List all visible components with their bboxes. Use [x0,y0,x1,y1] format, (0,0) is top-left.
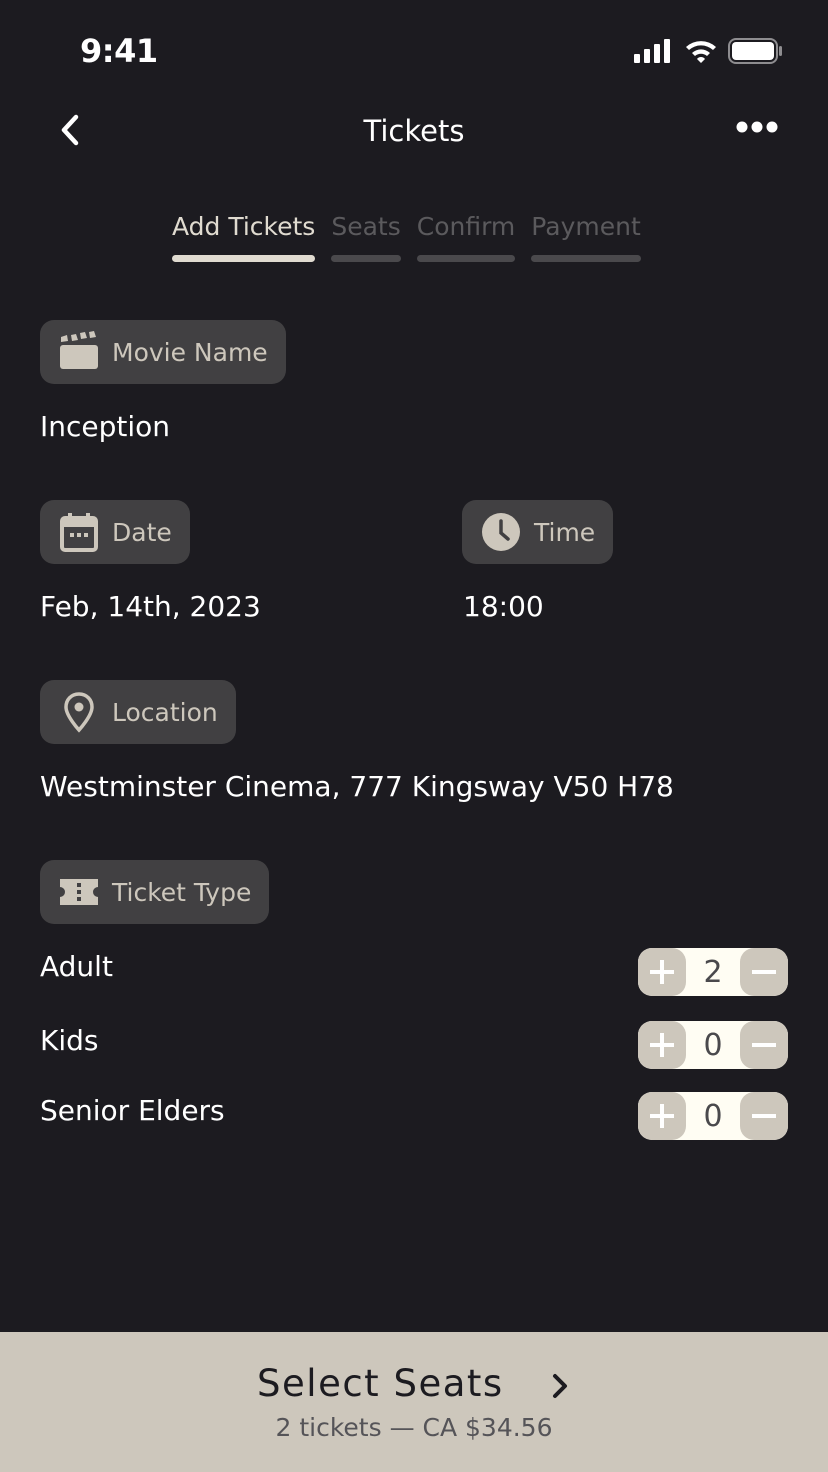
tab-indicator [331,255,401,262]
ellipsis-icon [736,121,778,133]
decrement-button[interactable] [740,1092,788,1140]
plus-icon [650,1033,674,1057]
chip-label: Ticket Type [112,877,252,907]
decrement-button[interactable] [740,1021,788,1069]
senior-quantity-stepper: 0 [638,1092,788,1140]
tab-indicator [531,255,641,262]
movie-name-value: Inception [40,410,171,443]
minus-icon [752,970,776,974]
tab-label: Seats [331,212,401,241]
tab-confirm[interactable]: Confirm [416,212,516,262]
tab-payment[interactable]: Payment [531,212,641,262]
page-title: Tickets [363,114,465,148]
minus-icon [752,1043,776,1047]
quantity-value: 0 [703,1098,723,1134]
chip-label: Movie Name [112,337,268,367]
adult-quantity-stepper: 2 [638,948,788,996]
step-tabs: Add Tickets Seats Confirm Payment [172,212,641,262]
status-icons [634,38,784,64]
signal-icon [634,39,670,63]
quantity-value: 2 [703,954,723,990]
tab-label: Payment [531,212,641,241]
select-seats-button[interactable]: Select Seats 2 tickets — CA $34.56 [0,1332,828,1472]
ticket-row-label-kids: Kids [40,1024,99,1057]
chevron-right-icon [552,1373,567,1398]
plus-icon [650,1104,674,1128]
plus-icon [650,960,674,984]
order-summary: 2 tickets — CA $34.56 [275,1413,553,1442]
location-chip: Location [40,680,236,744]
quantity-value: 0 [703,1027,723,1063]
minus-icon [752,1114,776,1118]
decrement-button[interactable] [740,948,788,996]
clapperboard-icon [60,331,98,369]
ticket-row-label-senior: Senior Elders [40,1094,225,1127]
kids-quantity-stepper: 0 [638,1021,788,1069]
increment-button[interactable] [638,1021,686,1069]
clock-icon [482,513,520,551]
tab-add-tickets[interactable]: Add Tickets [172,212,316,262]
tab-label: Add Tickets [172,212,316,241]
tab-indicator [172,255,316,262]
time-chip: Time [462,500,614,564]
chip-label: Location [112,697,218,727]
calendar-icon [60,513,98,552]
tab-seats[interactable]: Seats [331,212,401,262]
ticket-row-label-adult: Adult [40,950,113,983]
date-value: Feb, 14th, 2023 [40,590,261,623]
date-chip: Date [40,500,190,564]
movie-name-chip: Movie Name [40,320,286,384]
tab-indicator [416,255,516,262]
chip-label: Date [112,517,172,547]
tab-label: Confirm [416,212,516,241]
select-seats-row: Select Seats [0,1362,828,1405]
battery-icon [728,38,782,64]
wifi-icon [686,41,716,63]
location-pin-icon [64,692,94,733]
status-time: 9:41 [80,32,158,70]
ticket-icon [60,879,98,905]
location-value: Westminster Cinema, 777 Kingsway V50 H78 [40,770,674,803]
time-value: 18:00 [463,590,544,623]
increment-button[interactable] [638,948,686,996]
increment-button[interactable] [638,1092,686,1140]
more-button[interactable] [736,106,778,141]
ticket-type-chip: Ticket Type [40,860,270,924]
chip-label: Time [534,517,596,547]
select-seats-label: Select Seats [257,1362,504,1405]
